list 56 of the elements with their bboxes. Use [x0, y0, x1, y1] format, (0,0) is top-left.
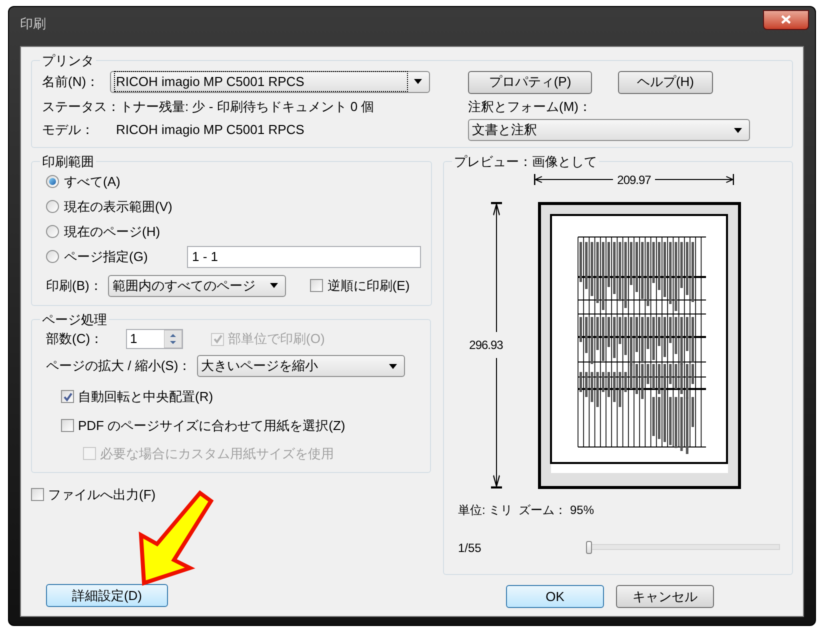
field-label: 名前(N)： — [42, 72, 100, 91]
field-label: ステータス： — [42, 98, 120, 116]
group-title: 印刷範囲 — [41, 153, 95, 171]
dialog-button[interactable]: ヘルプ(H) — [618, 70, 713, 94]
status-text: トナー残量: 少 - 印刷待ちドキュメント 0 個 — [120, 98, 374, 116]
dropdown-arrow-icon — [389, 364, 398, 368]
radio-label: すべて(A) — [64, 172, 122, 191]
close-icon — [781, 15, 791, 24]
width-label: 209.97 — [616, 172, 652, 188]
pages-field[interactable]: 1 - 1 — [187, 246, 421, 268]
radio-button[interactable] — [46, 250, 59, 263]
radio-button[interactable] — [46, 175, 59, 188]
dropdown[interactable]: 大きいページを縮小 — [197, 355, 406, 377]
checkbox[interactable] — [310, 279, 324, 292]
dialog-button[interactable]: 詳細設定(D) — [46, 584, 168, 608]
page-slider[interactable] — [586, 541, 780, 554]
dropdown-arrow-icon — [734, 128, 742, 132]
group-title: プリンタ — [41, 52, 95, 70]
dialog-button[interactable]: プロパティ(P) — [468, 70, 592, 94]
checkbox[interactable] — [61, 418, 74, 432]
radio-button[interactable] — [46, 225, 59, 238]
group-title: プレビュー：画像として — [453, 153, 598, 171]
dialog-button[interactable]: OK — [506, 585, 604, 608]
dialog-button[interactable]: キャンセル — [616, 585, 714, 608]
spinner-arrows-icon — [164, 330, 182, 348]
field-label: 注釈とフォーム(M)： — [468, 98, 592, 116]
radio-label: 現在のページ(H) — [64, 222, 162, 241]
checkbox-label: 自動回転と中央配置(R) — [78, 388, 214, 406]
field-label: 印刷(B)： — [46, 276, 102, 295]
dropdown[interactable]: 文書と注釈 — [468, 119, 750, 141]
radio-label: 現在の表示範囲(V) — [64, 198, 174, 216]
zoom-text: ズーム： 95% — [518, 502, 594, 518]
checkbox[interactable] — [31, 488, 44, 501]
dropdown-arrow-icon — [414, 79, 422, 84]
checkbox-label: 部単位で印刷(O) — [228, 330, 325, 348]
radio-button[interactable] — [46, 200, 59, 213]
close-button[interactable] — [763, 10, 809, 30]
slider-thumb[interactable] — [586, 541, 592, 554]
checkbox-label: PDF のページサイズに合わせて用紙を選択(Z) — [78, 416, 346, 435]
model-text: RICOH imagio MP C5001 RPCS — [116, 121, 304, 139]
dropdown-arrow-icon — [270, 283, 278, 288]
page-counter: 1/55 — [458, 540, 482, 556]
field-label: モデル： — [42, 121, 95, 139]
field-label: ページの拡大 / 縮小(S)： — [46, 357, 192, 376]
checkbox-label: 必要な場合にカスタム用紙サイズを使用 — [100, 445, 334, 463]
checkbox[interactable] — [61, 390, 74, 404]
group-title: ページ処理 — [41, 310, 108, 328]
radio-label: ページ指定(G) — [64, 248, 149, 266]
field-label: 部数(C)： — [46, 330, 104, 348]
checkbox-label: ファイルへ出力(F) — [48, 486, 156, 504]
dropdown[interactable]: RICOH imagio MP C5001 RPCS — [110, 70, 430, 92]
units-text: 単位: ミリ — [458, 502, 513, 518]
checkbox-label: 逆順に印刷(E) — [327, 276, 410, 295]
copies-spinner[interactable]: 1 — [126, 329, 183, 349]
window-title: 印刷 — [20, 14, 47, 33]
dropdown[interactable]: 範囲内のすべてのページ — [108, 274, 286, 296]
